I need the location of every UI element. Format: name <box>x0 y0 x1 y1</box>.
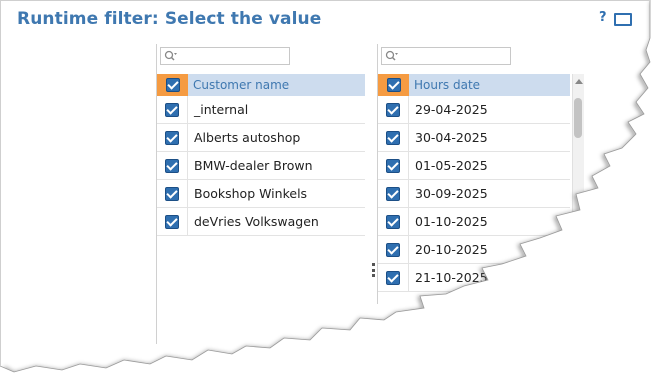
item-label: 01-05-2025 <box>415 158 488 173</box>
checkbox-cell[interactable] <box>378 264 409 291</box>
item-checkbox[interactable] <box>386 130 400 145</box>
list-item[interactable]: Bookshop Winkels <box>157 180 365 208</box>
item-label: 21-10-2025 <box>415 270 488 285</box>
checkbox-cell[interactable] <box>157 96 188 123</box>
list-item[interactable]: 29-04-2025 <box>378 96 570 124</box>
item-checkbox[interactable] <box>165 130 179 145</box>
checkbox-cell[interactable] <box>378 124 409 151</box>
list-item[interactable]: 01-10-2025 <box>378 208 570 236</box>
hours-filter-panel: Hours date 29-04-2025 30-04-2025 01-05-202… <box>377 44 587 304</box>
item-label: Bookshop Winkels <box>194 186 308 201</box>
item-label: 01-10-2025 <box>415 214 488 229</box>
select-all-checkbox[interactable] <box>165 78 180 92</box>
list-item[interactable]: _internal <box>157 96 365 124</box>
item-checkbox[interactable] <box>386 270 400 285</box>
help-button[interactable]: ? <box>599 10 607 25</box>
checkbox-cell[interactable] <box>378 208 409 235</box>
item-checkbox[interactable] <box>386 214 400 229</box>
checkbox-cell[interactable] <box>157 208 188 235</box>
hours-search-input[interactable] <box>381 47 511 65</box>
customer-search-input[interactable] <box>160 47 290 65</box>
search-icon <box>164 50 177 61</box>
customer-header: Customer name <box>157 74 365 96</box>
item-label: _internal <box>194 102 249 117</box>
list-item[interactable]: 30-04-2025 <box>378 124 570 152</box>
item-label: Alberts autoshop <box>194 130 301 145</box>
item-checkbox[interactable] <box>386 242 400 257</box>
checkbox-cell[interactable] <box>378 96 409 123</box>
checkbox-cell[interactable] <box>378 236 409 263</box>
vertical-scrollbar[interactable] <box>572 74 584 304</box>
item-label: 29-04-2025 <box>415 102 488 117</box>
item-label: 30-04-2025 <box>415 130 488 145</box>
checkbox-cell[interactable] <box>378 152 409 179</box>
item-checkbox[interactable] <box>165 186 179 201</box>
column-header: Customer name <box>193 78 290 92</box>
list-item[interactable]: BMW-dealer Brown <box>157 152 365 180</box>
runtime-filter-window: Runtime filter: Select the value ? Custo… <box>0 0 650 370</box>
scroll-up-icon[interactable] <box>575 79 583 84</box>
select-all-cell[interactable] <box>378 74 409 96</box>
item-checkbox[interactable] <box>386 186 400 201</box>
window-icon[interactable] <box>614 13 632 26</box>
splitter-handle[interactable] <box>372 263 375 277</box>
item-label: 30-09-2025 <box>415 186 488 201</box>
list-item[interactable]: deVries Volkswagen <box>157 208 365 236</box>
select-all-checkbox[interactable] <box>386 78 401 92</box>
item-checkbox[interactable] <box>165 214 179 229</box>
checkbox-cell[interactable] <box>378 180 409 207</box>
list-item[interactable]: Alberts autoshop <box>157 124 365 152</box>
list-item[interactable]: 30-09-2025 <box>378 180 570 208</box>
item-checkbox[interactable] <box>386 102 400 117</box>
item-checkbox[interactable] <box>386 158 400 173</box>
search-icon <box>385 50 398 61</box>
checkbox-cell[interactable] <box>157 180 188 207</box>
page-title: Runtime filter: Select the value <box>17 9 322 29</box>
customer-filter-panel: Customer name _internal Alberts autoshop B… <box>156 44 367 344</box>
select-all-cell[interactable] <box>157 74 188 96</box>
item-label: deVries Volkswagen <box>194 214 319 229</box>
item-checkbox[interactable] <box>165 102 179 117</box>
list-item[interactable]: 20-10-2025 <box>378 236 570 264</box>
item-checkbox[interactable] <box>165 158 179 173</box>
scroll-thumb[interactable] <box>574 98 582 138</box>
list-item[interactable]: 21-10-2025 <box>378 264 570 292</box>
item-label: 20-10-2025 <box>415 242 488 257</box>
item-label: BMW-dealer Brown <box>194 158 313 173</box>
hours-header: Hours date <box>378 74 570 96</box>
column-header: Hours date <box>414 78 481 92</box>
checkbox-cell[interactable] <box>157 152 188 179</box>
list-item[interactable]: 01-05-2025 <box>378 152 570 180</box>
checkbox-cell[interactable] <box>157 124 188 151</box>
